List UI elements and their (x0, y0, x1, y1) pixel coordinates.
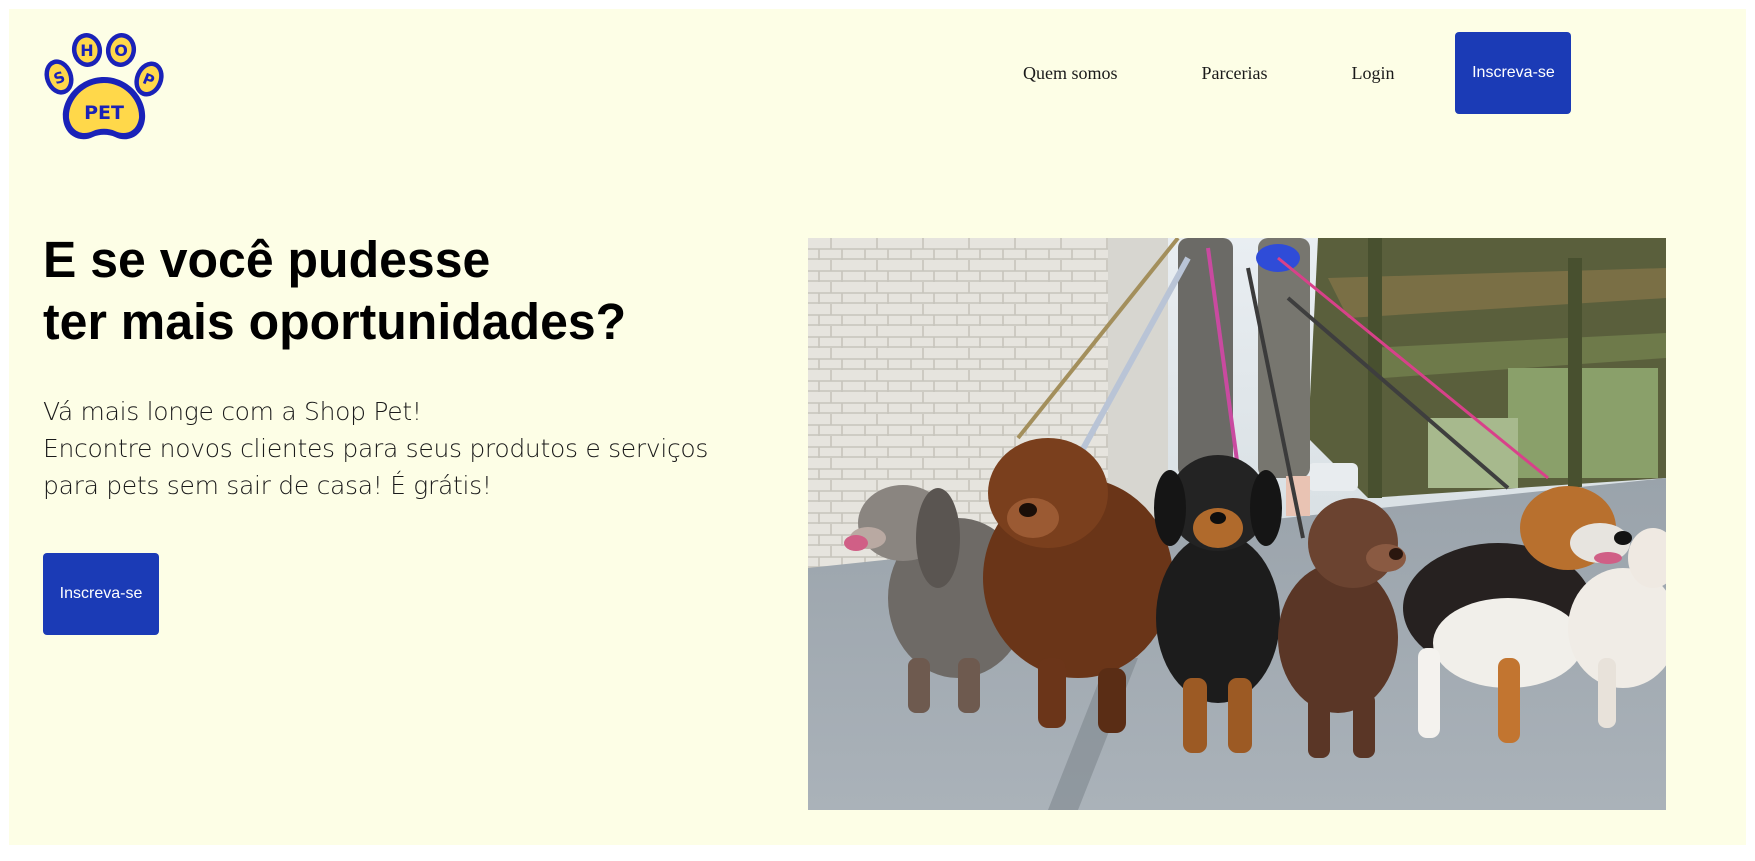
landing-page: S H O P PET Quem somos Parcerias Login I… (9, 9, 1746, 845)
hero-description-line-1: Vá mais longe com a Shop Pet! (43, 397, 422, 426)
svg-text:H: H (80, 41, 93, 60)
shop-pet-logo[interactable]: S H O P PET (43, 33, 165, 145)
hero-signup-button[interactable]: Inscreva-se (43, 553, 159, 635)
hero-title-line-1: E se você pudesse (43, 231, 491, 288)
dogs-walking-illustration (808, 238, 1666, 810)
nav-signup-button[interactable]: Inscreva-se (1455, 32, 1572, 114)
nav-link-quem-somos[interactable]: Quem somos (1023, 63, 1118, 84)
nav-link-parcerias[interactable]: Parcerias (1202, 63, 1268, 84)
nav-link-login[interactable]: Login (1351, 63, 1394, 84)
hero-description-line-3: para pets sem sair de casa! É grátis! (43, 471, 492, 500)
svg-text:O: O (114, 41, 128, 60)
hero-description-line-2: Encontre novos clientes para seus produt… (43, 434, 709, 463)
hero-title-line-2: ter mais oportunidades? (43, 293, 627, 350)
hero-description: Vá mais longe com a Shop Pet! Encontre n… (43, 393, 708, 504)
main-nav: Quem somos Parcerias Login Inscreva-se (1023, 32, 1572, 114)
paw-logo-icon: S H O P PET (44, 33, 164, 140)
hero-dogs-image (808, 238, 1666, 810)
svg-text:PET: PET (84, 102, 124, 124)
hero-title: E se você pudesse ter mais oportunidades… (43, 229, 626, 353)
